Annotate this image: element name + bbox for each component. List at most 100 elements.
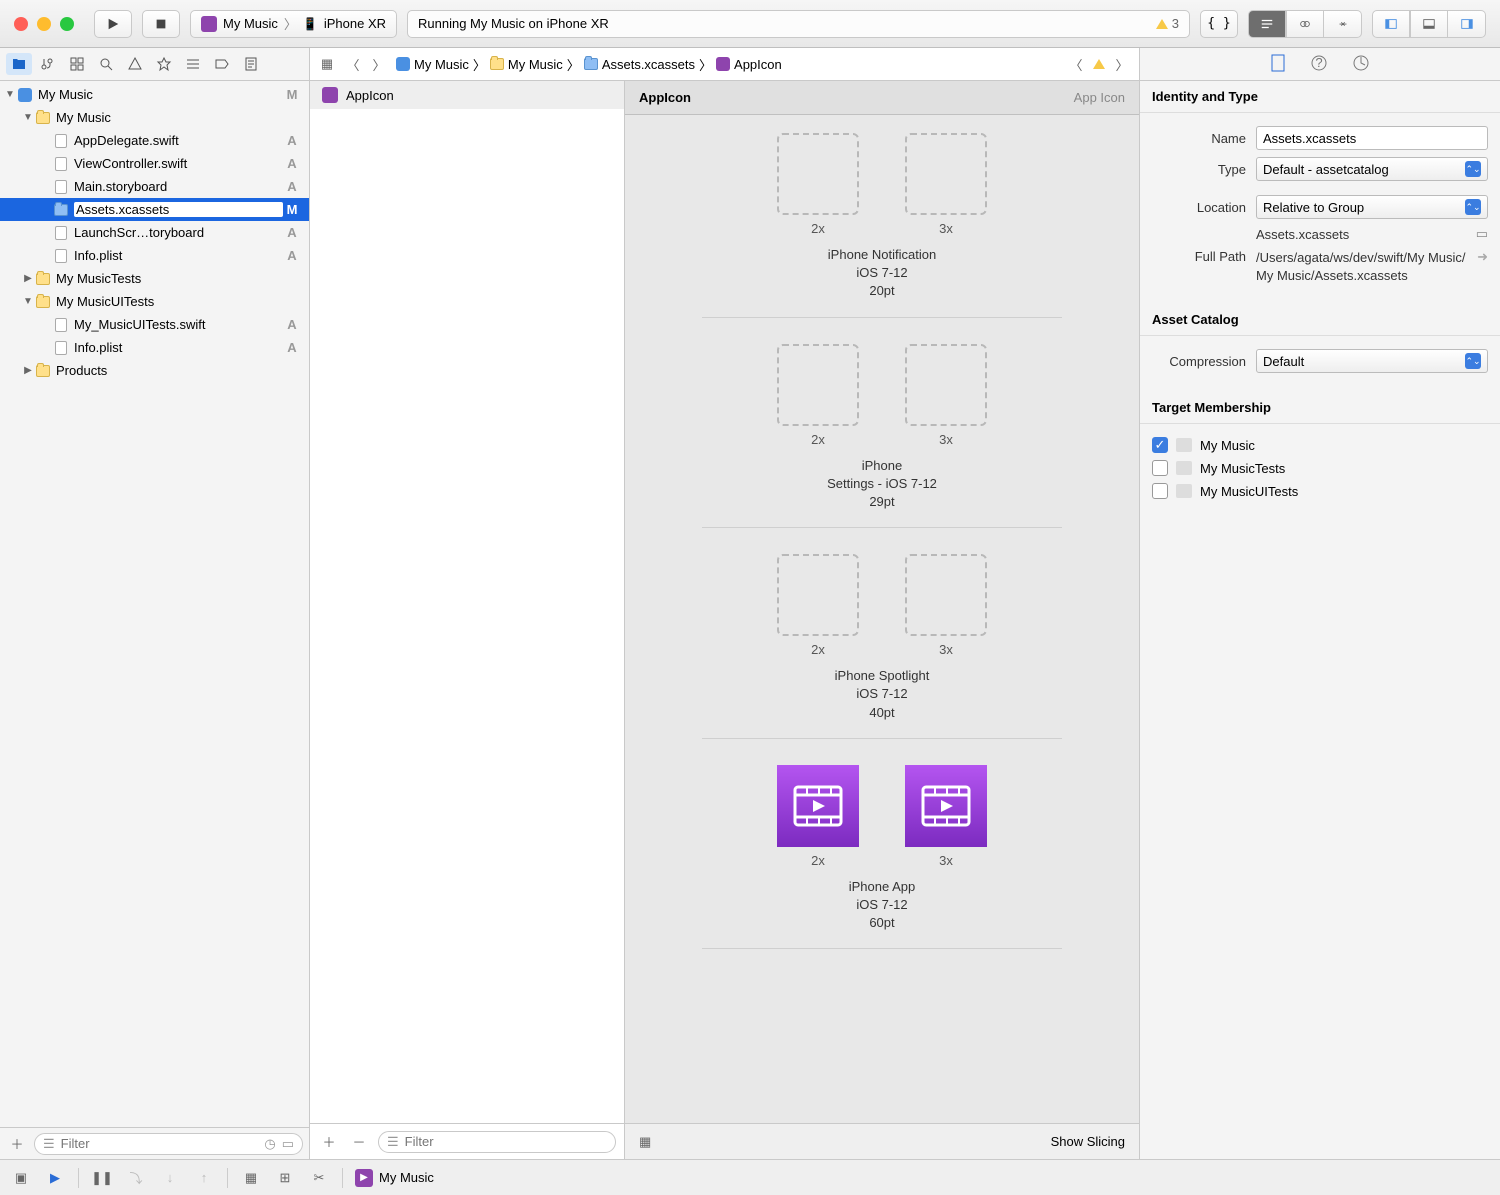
report-navigator-icon[interactable]	[238, 53, 264, 75]
quick-help-icon[interactable]: ?	[1310, 54, 1328, 75]
breadcrumb-item[interactable]: My Music	[490, 57, 563, 72]
icon-well[interactable]	[905, 554, 987, 636]
choose-path-icon[interactable]: ▭	[1476, 226, 1488, 242]
icon-slot[interactable]: 2x	[777, 765, 859, 868]
tree-item[interactable]: AppDelegate.swiftA	[0, 129, 309, 152]
icon-slot[interactable]: 3x	[905, 554, 987, 657]
outline-item[interactable]: AppIcon	[310, 81, 624, 109]
recent-filter-icon[interactable]: ◷	[264, 1136, 275, 1152]
reveal-path-icon[interactable]: ➜	[1477, 249, 1488, 265]
icon-slot[interactable]: 3x	[905, 133, 987, 236]
tree-item[interactable]: LaunchScr…toryboardA	[0, 221, 309, 244]
step-out-icon[interactable]: ↑	[193, 1167, 215, 1189]
target-checkbox[interactable]	[1152, 460, 1168, 476]
target-icon	[1176, 438, 1192, 452]
activity-view[interactable]: Running My Music on iPhone XR 3	[407, 10, 1190, 38]
icon-well[interactable]	[905, 344, 987, 426]
source-control-navigator-icon[interactable]	[35, 53, 61, 75]
prev-issue-button[interactable]: 〈	[1067, 55, 1085, 73]
remove-asset-button[interactable]: －	[348, 1131, 370, 1153]
target-checkbox[interactable]	[1152, 483, 1168, 499]
tree-item[interactable]: Info.plistA	[0, 336, 309, 359]
tree-item[interactable]: My_MusicUITests.swiftA	[0, 313, 309, 336]
icon-well[interactable]	[777, 765, 859, 847]
icon-slot[interactable]: 3x	[905, 344, 987, 447]
version-editor-button[interactable]	[1324, 10, 1362, 38]
tree-item[interactable]: ▶My MusicTests	[0, 267, 309, 290]
type-select[interactable]: Default - assetcatalog⌃⌄	[1256, 157, 1488, 181]
navigator-filter[interactable]: ☰ ◷ ▭	[34, 1133, 303, 1155]
pause-button[interactable]: ❚❚	[91, 1167, 113, 1189]
close-window-button[interactable]	[14, 17, 28, 31]
related-items-icon[interactable]: ▦	[318, 55, 336, 73]
debug-process-label: My Music	[379, 1170, 434, 1185]
tree-item[interactable]: Info.plistA	[0, 244, 309, 267]
scm-filter-icon[interactable]: ▭	[282, 1136, 294, 1152]
icon-well[interactable]	[905, 133, 987, 215]
tree-item[interactable]: ▼My MusicUITests	[0, 290, 309, 313]
icon-well[interactable]	[777, 554, 859, 636]
code-snippets-button[interactable]: { }	[1200, 10, 1238, 38]
icon-slot[interactable]: 2x	[777, 133, 859, 236]
target-checkbox[interactable]: ✓	[1152, 437, 1168, 453]
hide-debug-icon[interactable]: ▣	[10, 1167, 32, 1189]
icon-slot[interactable]: 3x	[905, 765, 987, 868]
debug-process[interactable]: ▶ My Music	[355, 1169, 434, 1187]
step-into-icon[interactable]: ↓	[159, 1167, 181, 1189]
icon-slot[interactable]: 2x	[777, 554, 859, 657]
slicing-view-icon[interactable]: ▦	[639, 1134, 651, 1150]
file-icon	[55, 157, 67, 171]
breakpoint-navigator-icon[interactable]	[209, 53, 235, 75]
tree-item[interactable]: Main.storyboardA	[0, 175, 309, 198]
outline-filter-input[interactable]	[405, 1134, 607, 1149]
step-over-icon[interactable]: ⤵	[125, 1167, 147, 1189]
project-navigator-icon[interactable]	[6, 53, 32, 75]
breadcrumb-item[interactable]: My Music	[396, 57, 469, 72]
minimize-window-button[interactable]	[37, 17, 51, 31]
run-button[interactable]	[94, 10, 132, 38]
standard-editor-button[interactable]	[1248, 10, 1286, 38]
toggle-navigator-button[interactable]	[1372, 10, 1410, 38]
project-root[interactable]: ▼ My Music M	[0, 83, 309, 106]
test-navigator-icon[interactable]	[151, 53, 177, 75]
simulate-location-icon[interactable]: ✂	[308, 1167, 330, 1189]
forward-button[interactable]: 〉	[370, 55, 388, 73]
icon-well[interactable]	[777, 133, 859, 215]
file-inspector-icon[interactable]	[1270, 54, 1286, 75]
stop-button[interactable]	[142, 10, 180, 38]
tree-item[interactable]: ▼My Music	[0, 106, 309, 129]
assistant-editor-button[interactable]	[1286, 10, 1324, 38]
back-button[interactable]: 〈	[344, 55, 362, 73]
toggle-inspector-button[interactable]	[1448, 10, 1486, 38]
show-slicing-button[interactable]: Show Slicing	[1051, 1134, 1125, 1149]
memory-graph-icon[interactable]: ⊞	[274, 1167, 296, 1189]
add-asset-button[interactable]: ＋	[318, 1131, 340, 1153]
tree-item[interactable]: ▶Products	[0, 359, 309, 382]
next-issue-button[interactable]: 〉	[1113, 55, 1131, 73]
icon-slot[interactable]: 2x	[777, 344, 859, 447]
toggle-debug-button[interactable]	[1410, 10, 1448, 38]
breadcrumb-item[interactable]: Assets.xcassets	[584, 57, 695, 72]
issue-navigator-icon[interactable]	[122, 53, 148, 75]
icon-well[interactable]	[905, 765, 987, 847]
debug-view-icon[interactable]: ▦	[240, 1167, 262, 1189]
compression-select[interactable]: Default⌃⌄	[1256, 349, 1488, 373]
folder-icon	[36, 112, 50, 124]
location-select[interactable]: Relative to Group⌃⌄	[1256, 195, 1488, 219]
warnings-badge[interactable]: 3	[1156, 16, 1179, 31]
tree-item[interactable]: Assets.xcassetsM	[0, 198, 309, 221]
navigator-filter-input[interactable]	[61, 1136, 259, 1151]
history-inspector-icon[interactable]	[1352, 54, 1370, 75]
breadcrumb-item[interactable]: AppIcon	[716, 57, 782, 72]
zoom-window-button[interactable]	[60, 17, 74, 31]
symbol-navigator-icon[interactable]	[64, 53, 90, 75]
tree-item[interactable]: ViewController.swiftA	[0, 152, 309, 175]
find-navigator-icon[interactable]	[93, 53, 119, 75]
name-field[interactable]: Assets.xcassets	[1256, 126, 1488, 150]
outline-filter[interactable]: ☰	[378, 1131, 616, 1153]
icon-well[interactable]	[777, 344, 859, 426]
breakpoints-toggle-icon[interactable]: ▶	[44, 1167, 66, 1189]
add-file-button[interactable]: ＋	[6, 1133, 28, 1155]
debug-navigator-icon[interactable]	[180, 53, 206, 75]
scheme-selector[interactable]: My Music 〉 📱 iPhone XR	[190, 10, 397, 38]
